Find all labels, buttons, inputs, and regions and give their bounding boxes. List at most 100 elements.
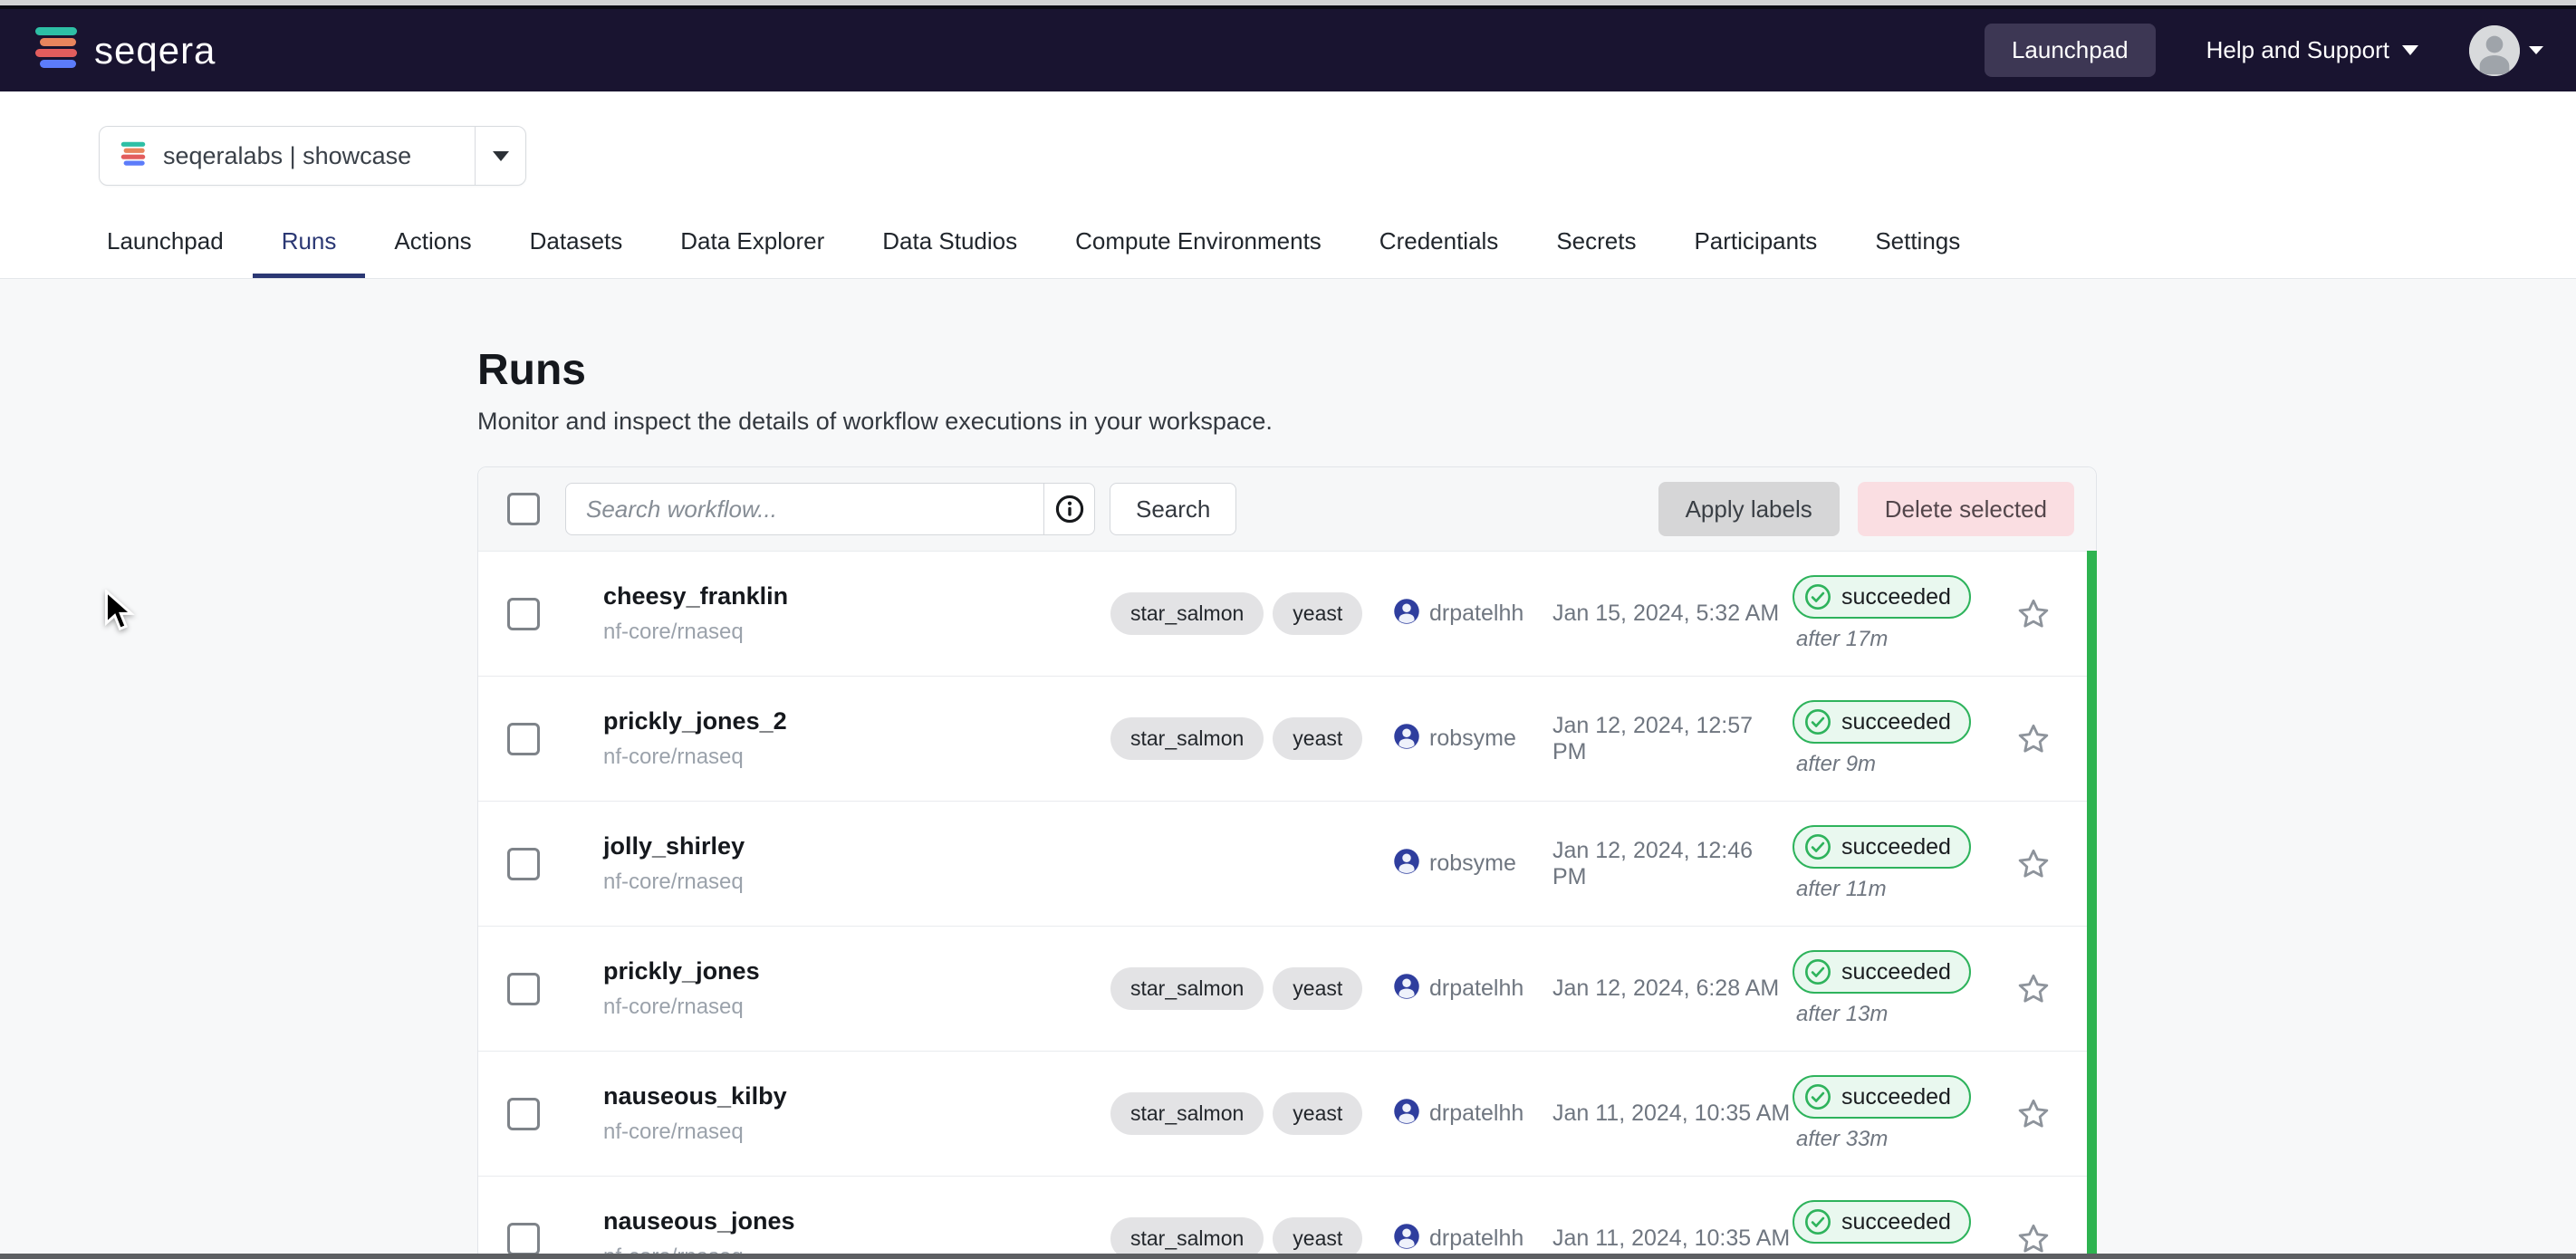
window-bottom-edge [0, 1254, 2576, 1259]
info-icon [1054, 494, 1085, 524]
row-checkbox[interactable] [507, 1223, 540, 1255]
table-row: jolly_shirley nf-core/rnaseq robsyme Jan… [478, 801, 2096, 926]
run-date: Jan 12, 2024, 6:28 AM [1552, 975, 1793, 1002]
workspace-dropdown-button[interactable] [475, 127, 525, 185]
status-label: succeeded [1841, 1084, 1951, 1110]
run-user: robsyme [1393, 723, 1552, 754]
star-icon [2015, 721, 2052, 757]
user-avatar-icon [1393, 848, 1420, 879]
run-labels: star_salmonyeast [1110, 717, 1393, 760]
check-circle-icon [1803, 1082, 1832, 1111]
run-name[interactable]: jolly_shirley [603, 832, 1110, 860]
run-user-name: robsyme [1429, 851, 1516, 877]
run-status: succeeded after 33m [1793, 1075, 2001, 1152]
status-label: succeeded [1841, 959, 1951, 985]
status-label: succeeded [1841, 1209, 1951, 1235]
tab-runs[interactable]: Runs [253, 227, 366, 278]
run-date: Jan 12, 2024, 12:46 PM [1552, 838, 1793, 890]
row-checkbox[interactable] [507, 848, 540, 880]
run-name[interactable]: prickly_jones [603, 957, 1110, 985]
star-button[interactable] [2001, 596, 2066, 632]
run-label-pill: star_salmon [1110, 592, 1264, 635]
run-status: succeeded after 11m [1793, 825, 2001, 902]
row-checkbox[interactable] [507, 723, 540, 755]
run-pipeline: nf-core/rnaseq [603, 995, 1110, 1020]
status-badge: succeeded [1793, 1200, 1971, 1244]
tab-settings[interactable]: Settings [1846, 227, 1989, 278]
star-icon [2015, 1221, 2052, 1257]
run-duration: after 17m [1793, 627, 1888, 652]
run-date: Jan 11, 2024, 10:35 AM [1552, 1100, 1793, 1127]
star-button[interactable] [2001, 846, 2066, 882]
search-info-button[interactable] [1043, 484, 1094, 534]
tab-data-studios[interactable]: Data Studios [853, 227, 1046, 278]
runs-page: Runs Monitor and inspect the details of … [0, 279, 2576, 1259]
tab-datasets[interactable]: Datasets [501, 227, 652, 278]
check-circle-icon [1803, 582, 1832, 611]
run-name[interactable]: nauseous_kilby [603, 1082, 1110, 1110]
select-all-checkbox[interactable] [507, 493, 540, 525]
row-checkbox[interactable] [507, 1098, 540, 1130]
tab-data-explorer[interactable]: Data Explorer [651, 227, 853, 278]
run-name[interactable]: cheesy_franklin [603, 582, 1110, 610]
help-and-support-menu[interactable]: Help and Support [2206, 36, 2418, 64]
top-navbar: seqera Launchpad Help and Support [0, 9, 2576, 91]
apply-labels-button[interactable]: Apply labels [1658, 482, 1840, 536]
row-checkbox[interactable] [507, 973, 540, 1005]
brand-name: seqera [94, 29, 216, 72]
run-status: succeeded [1793, 1200, 2001, 1259]
mouse-cursor [101, 590, 141, 633]
run-labels: star_salmonyeast [1110, 592, 1393, 635]
seqera-logo[interactable]: seqera [33, 24, 216, 76]
seqera-logo-icon [33, 24, 80, 76]
run-name[interactable]: prickly_jones_2 [603, 707, 1110, 735]
user-menu[interactable] [2469, 25, 2543, 76]
workspace-tabs: Launchpad Runs Actions Datasets Data Exp… [0, 227, 2576, 279]
search-input[interactable] [566, 495, 1043, 524]
help-and-support-label: Help and Support [2206, 36, 2389, 64]
status-badge: succeeded [1793, 825, 1971, 869]
user-avatar-icon [1393, 598, 1420, 630]
workspace-selector[interactable]: seqeralabs | showcase [99, 126, 526, 186]
tab-participants[interactable]: Participants [1665, 227, 1846, 278]
run-user: drpatelhh [1393, 973, 1552, 1004]
status-badge: succeeded [1793, 700, 1971, 744]
tab-compute-environments[interactable]: Compute Environments [1046, 227, 1350, 278]
status-badge: succeeded [1793, 1075, 1971, 1119]
star-button[interactable] [2001, 721, 2066, 757]
table-row: nauseous_kilby nf-core/rnaseq star_salmo… [478, 1051, 2096, 1176]
table-row: cheesy_franklin nf-core/rnaseq star_salm… [478, 551, 2096, 676]
delete-selected-button[interactable]: Delete selected [1858, 482, 2074, 536]
row-checkbox[interactable] [507, 598, 540, 630]
run-user-name: robsyme [1429, 726, 1516, 752]
run-pipeline: nf-core/rnaseq [603, 870, 1110, 895]
run-label-pill: yeast [1273, 592, 1362, 635]
tab-secrets[interactable]: Secrets [1527, 227, 1665, 278]
launchpad-nav-button[interactable]: Launchpad [1985, 24, 2156, 77]
run-user: robsyme [1393, 848, 1552, 879]
check-circle-icon [1803, 957, 1832, 986]
run-labels: star_salmonyeast [1110, 967, 1393, 1010]
run-user: drpatelhh [1393, 1098, 1552, 1129]
star-button[interactable] [2001, 971, 2066, 1007]
table-row: prickly_jones_2 nf-core/rnaseq star_salm… [478, 676, 2096, 801]
workspace-name: seqeralabs | showcase [163, 142, 411, 170]
user-avatar-icon [1393, 1098, 1420, 1129]
chevron-down-icon [493, 151, 509, 161]
user-avatar-icon [1393, 1223, 1420, 1254]
star-button[interactable] [2001, 1221, 2066, 1257]
user-avatar-icon [1393, 973, 1420, 1004]
tab-credentials[interactable]: Credentials [1350, 227, 1528, 278]
avatar [2469, 25, 2520, 76]
runs-list: cheesy_franklin nf-core/rnaseq star_salm… [478, 551, 2096, 1259]
run-user-name: drpatelhh [1429, 601, 1523, 627]
table-toolbar: Search Apply labels Delete selected [478, 467, 2096, 551]
tab-actions[interactable]: Actions [365, 227, 500, 278]
page-subtitle: Monitor and inspect the details of workf… [477, 408, 2576, 436]
run-user: drpatelhh [1393, 598, 1552, 630]
table-edge-green-bar [2087, 551, 2097, 1259]
tab-launchpad[interactable]: Launchpad [78, 227, 253, 278]
search-button[interactable]: Search [1110, 483, 1236, 535]
run-name[interactable]: nauseous_jones [603, 1207, 1110, 1235]
star-button[interactable] [2001, 1096, 2066, 1132]
